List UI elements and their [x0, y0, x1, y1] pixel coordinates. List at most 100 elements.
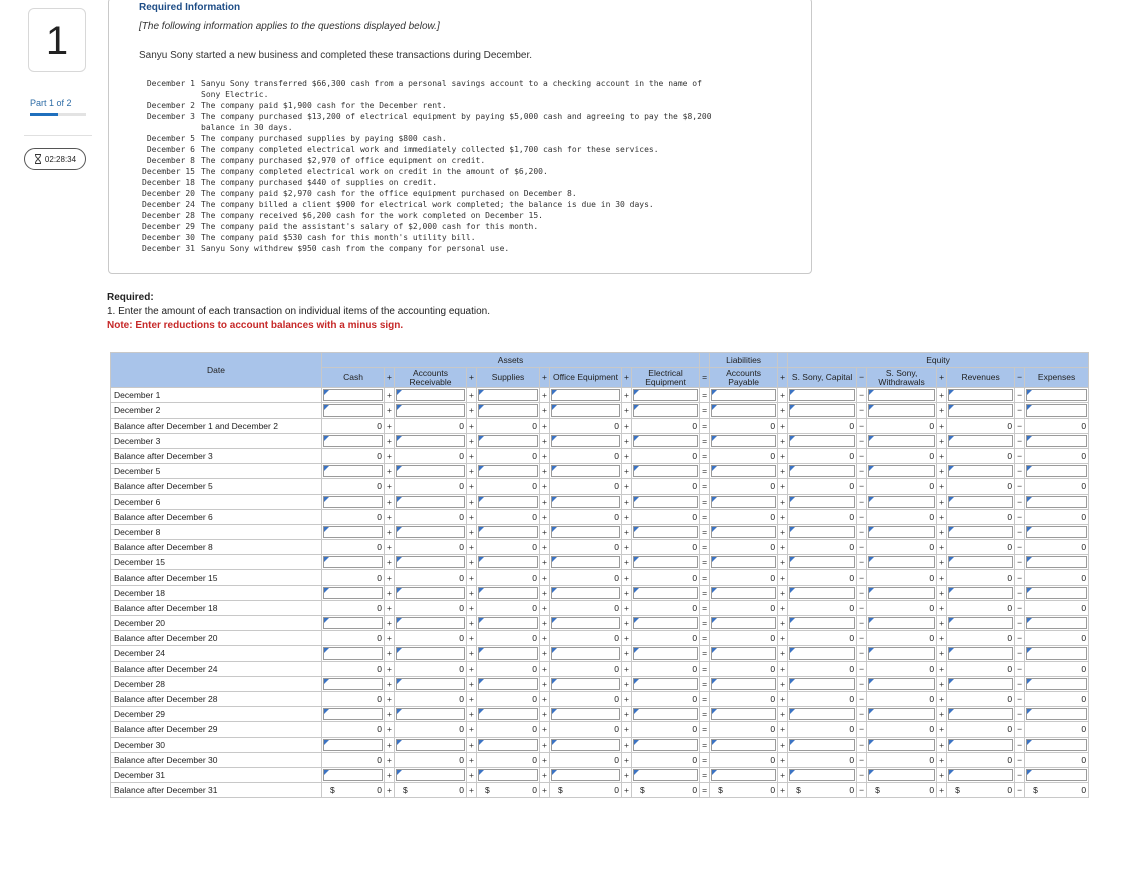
input-box[interactable] [633, 708, 699, 721]
amount-input[interactable] [630, 584, 701, 601]
amount-input[interactable] [321, 387, 385, 404]
amount-input[interactable] [476, 736, 540, 753]
input-box[interactable] [789, 677, 856, 690]
input-box[interactable] [1026, 647, 1088, 660]
input-box[interactable] [323, 465, 383, 478]
amount-input[interactable] [630, 706, 701, 723]
input-box[interactable] [396, 677, 465, 690]
amount-input[interactable] [946, 432, 1016, 449]
input-box[interactable] [789, 586, 856, 599]
amount-input[interactable] [549, 706, 622, 723]
input-box[interactable] [551, 465, 620, 478]
input-box[interactable] [633, 768, 699, 782]
amount-input[interactable] [394, 645, 467, 662]
amount-input[interactable] [1024, 766, 1090, 784]
amount-input[interactable] [946, 706, 1016, 723]
input-box[interactable] [789, 495, 856, 508]
input-box[interactable] [948, 404, 1014, 417]
amount-input[interactable] [1024, 387, 1090, 404]
amount-input[interactable] [866, 706, 938, 723]
input-box[interactable] [948, 586, 1014, 599]
input-box[interactable] [868, 738, 936, 751]
amount-input[interactable] [630, 463, 701, 480]
input-box[interactable] [789, 556, 856, 569]
input-box[interactable] [323, 617, 383, 630]
input-box[interactable] [323, 768, 383, 782]
amount-input[interactable] [1024, 554, 1090, 571]
input-box[interactable] [323, 708, 383, 721]
amount-input[interactable] [1024, 736, 1090, 753]
input-box[interactable] [551, 617, 620, 630]
input-box[interactable] [868, 404, 936, 417]
input-box[interactable] [789, 708, 856, 721]
amount-input[interactable] [1024, 493, 1090, 510]
input-box[interactable] [551, 389, 620, 402]
amount-input[interactable] [394, 584, 467, 601]
input-box[interactable] [633, 586, 699, 599]
amount-input[interactable] [787, 675, 858, 692]
input-box[interactable] [868, 556, 936, 569]
amount-input[interactable] [1024, 463, 1090, 480]
input-box[interactable] [711, 738, 777, 751]
input-box[interactable] [396, 708, 465, 721]
amount-input[interactable] [787, 402, 858, 419]
amount-input[interactable] [946, 554, 1016, 571]
input-box[interactable] [948, 738, 1014, 751]
amount-input[interactable] [321, 554, 385, 571]
amount-input[interactable] [1024, 523, 1090, 541]
input-box[interactable] [711, 525, 777, 539]
input-box[interactable] [868, 465, 936, 478]
input-box[interactable] [789, 768, 856, 782]
amount-input[interactable] [866, 554, 938, 571]
amount-input[interactable] [476, 675, 540, 692]
input-box[interactable] [633, 495, 699, 508]
amount-input[interactable] [630, 766, 701, 784]
amount-input[interactable] [321, 614, 385, 632]
amount-input[interactable] [476, 766, 540, 784]
input-box[interactable] [789, 434, 856, 447]
input-box[interactable] [1026, 738, 1088, 751]
input-box[interactable] [396, 586, 465, 599]
input-box[interactable] [948, 617, 1014, 630]
amount-input[interactable] [549, 402, 622, 419]
input-box[interactable] [711, 465, 777, 478]
amount-input[interactable] [549, 432, 622, 449]
input-box[interactable] [711, 404, 777, 417]
input-box[interactable] [633, 434, 699, 447]
input-box[interactable] [478, 495, 538, 508]
input-box[interactable] [396, 434, 465, 447]
input-box[interactable] [633, 617, 699, 630]
input-box[interactable] [633, 465, 699, 478]
input-box[interactable] [868, 434, 936, 447]
amount-input[interactable] [394, 706, 467, 723]
amount-input[interactable] [787, 432, 858, 449]
amount-input[interactable] [709, 675, 779, 692]
amount-input[interactable] [630, 432, 701, 449]
input-box[interactable] [948, 647, 1014, 660]
amount-input[interactable] [787, 706, 858, 723]
amount-input[interactable] [476, 463, 540, 480]
input-box[interactable] [633, 647, 699, 660]
input-box[interactable] [551, 677, 620, 690]
input-box[interactable] [868, 708, 936, 721]
amount-input[interactable] [549, 387, 622, 404]
input-box[interactable] [478, 708, 538, 721]
amount-input[interactable] [866, 614, 938, 632]
amount-input[interactable] [709, 614, 779, 632]
input-box[interactable] [1026, 556, 1088, 569]
input-box[interactable] [551, 556, 620, 569]
input-box[interactable] [323, 434, 383, 447]
amount-input[interactable] [394, 387, 467, 404]
amount-input[interactable] [866, 463, 938, 480]
amount-input[interactable] [946, 493, 1016, 510]
input-box[interactable] [711, 708, 777, 721]
input-box[interactable] [633, 556, 699, 569]
input-box[interactable] [323, 389, 383, 402]
input-box[interactable] [1026, 708, 1088, 721]
amount-input[interactable] [321, 706, 385, 723]
amount-input[interactable] [866, 432, 938, 449]
input-box[interactable] [711, 617, 777, 630]
input-box[interactable] [1026, 434, 1088, 447]
input-box[interactable] [789, 738, 856, 751]
input-box[interactable] [323, 677, 383, 690]
